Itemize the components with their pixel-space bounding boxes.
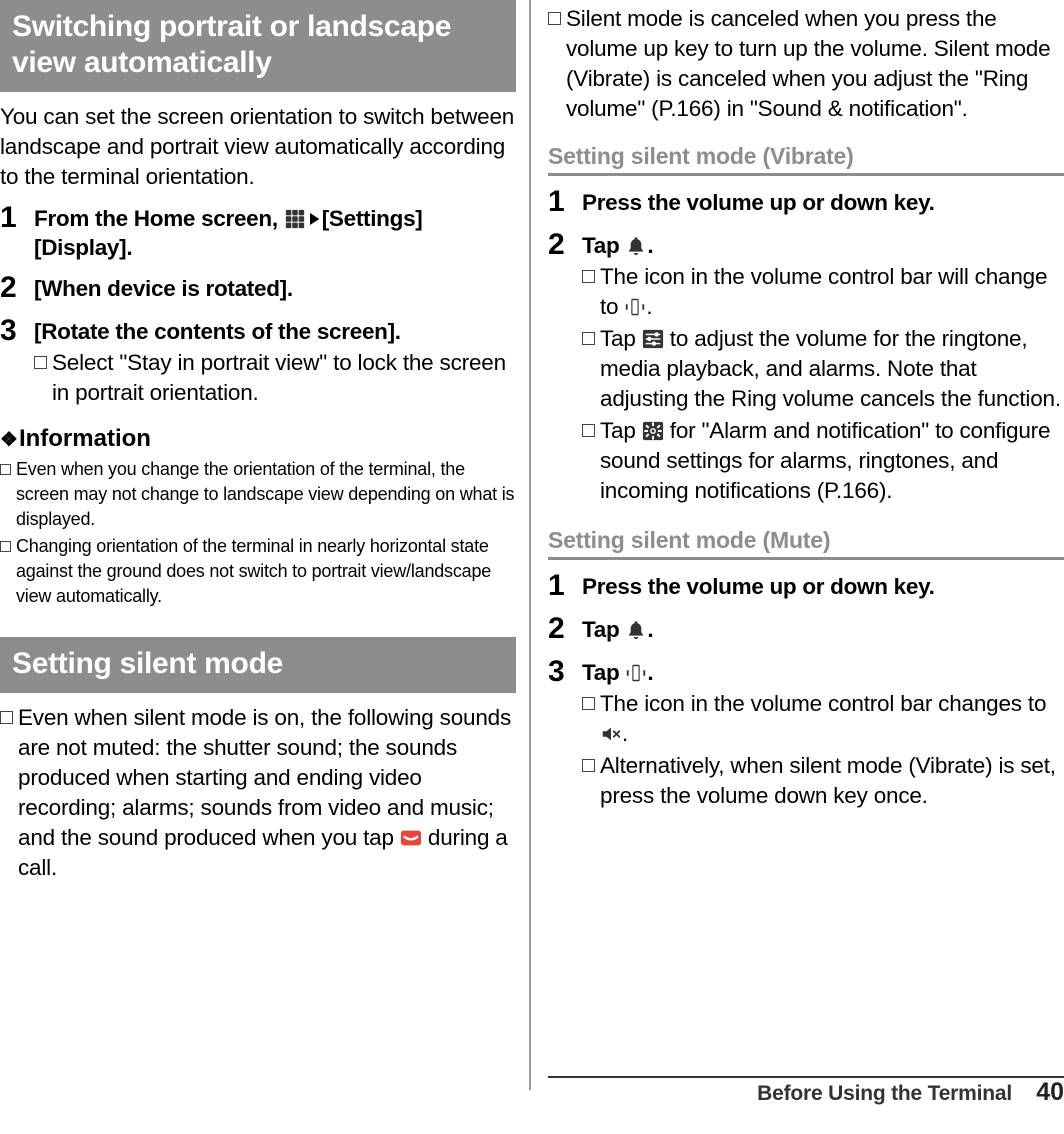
step-1: 1 From the Home screen, [Settings][Displ… — [0, 201, 516, 262]
mute-step-1-title: Press the volume up or down key. — [582, 574, 935, 599]
step-3-number: 3 — [0, 314, 17, 347]
mute-step-2: 2 Tap . — [548, 612, 1064, 646]
vibrate-note-3-text: Tap for "Alarm and notification" to conf… — [600, 416, 1064, 506]
vibrate-note-2-text: Tap to adjust the volume for the rington… — [600, 324, 1064, 414]
section-heading-silent-mode: Setting silent mode — [0, 637, 516, 693]
information-heading: ❖Information — [0, 424, 516, 455]
vibrate-step-1-number: 1 — [548, 185, 565, 218]
bell-icon — [625, 235, 647, 257]
mute-step-2-title-pre: Tap — [582, 617, 626, 642]
information-heading-text: Information — [18, 425, 151, 452]
manual-page: Switching portrait or landscape view aut… — [0, 0, 1064, 1134]
info-item-1-text: Even when you change the orientation of … — [16, 459, 515, 529]
vibrate-icon — [624, 296, 646, 318]
bullet-box-icon — [0, 711, 13, 724]
silent-mode-note: Even when silent mode is on, the followi… — [0, 703, 516, 883]
mute-step-3-number: 3 — [548, 655, 565, 688]
subheading-silent-mute: Setting silent mode (Mute) — [548, 526, 1064, 560]
mute-note-1-pre: The icon in the volume control bar chang… — [600, 691, 1047, 716]
silent-mode-note-text: Even when silent mode is on, the followi… — [18, 703, 516, 883]
mute-note-2: Alternatively, when silent mode (Vibrate… — [582, 751, 1064, 811]
bullet-box-icon — [582, 270, 595, 283]
bell-icon — [625, 619, 647, 641]
vibrate-note-2: Tap to adjust the volume for the rington… — [582, 324, 1064, 414]
subheading-silent-vibrate: Setting silent mode (Vibrate) — [548, 142, 1064, 176]
mute-step-3-title-pre: Tap — [582, 660, 626, 685]
section-heading-orientation: Switching portrait or landscape view aut… — [0, 0, 516, 92]
mute-note-1-text: The icon in the volume control bar chang… — [600, 689, 1064, 749]
bullet-box-icon — [582, 424, 595, 437]
mute-step-3-title: Tap . — [582, 658, 1064, 687]
step-3-note: Select "Stay in portrait view" to lock t… — [34, 348, 516, 408]
vibrate-step-2-title: Tap . — [582, 231, 1064, 260]
bullet-box-icon — [548, 12, 561, 25]
diamond-icon: ❖ — [0, 429, 18, 451]
mute-step-2-title: Tap . — [582, 615, 1064, 644]
info-item-1: Even when you change the orientation of … — [0, 457, 516, 532]
mute-step-1: 1 Press the volume up or down key. — [548, 569, 1064, 603]
step-2: 2 [When device is rotated]. — [0, 271, 516, 305]
speaker-mute-icon — [600, 723, 622, 745]
bullet-box-icon — [582, 332, 595, 345]
mute-step-3-title-post: . — [647, 660, 654, 685]
mute-note-2-text: Alternatively, when silent mode (Vibrate… — [600, 753, 1056, 808]
step-1-title-pre: From the Home screen, — [34, 206, 284, 231]
mute-step-2-number: 2 — [548, 612, 565, 645]
step-3-note-text: Select "Stay in portrait view" to lock t… — [52, 350, 506, 405]
settings-gear-icon — [642, 420, 664, 442]
vibrate-note-1: The icon in the volume control bar will … — [582, 262, 1064, 322]
mute-note-1: The icon in the volume control bar chang… — [582, 689, 1064, 749]
vibrate-note-1-text: The icon in the volume control bar will … — [600, 262, 1064, 322]
vibrate-note-3-post: for "Alarm and notification" to configur… — [600, 418, 1051, 503]
bullet-box-icon — [582, 697, 595, 710]
footer-page-number: 40 — [1036, 1078, 1064, 1106]
step-3: 3 [Rotate the contents of the screen]. S… — [0, 314, 516, 408]
bullet-box-icon — [34, 356, 47, 369]
vibrate-step-1: 1 Press the volume up or down key. — [548, 185, 1064, 219]
bullet-box-icon — [582, 759, 595, 772]
info-item-2-text: Changing orientation of the terminal in … — [16, 536, 492, 606]
info-item-2: Changing orientation of the terminal in … — [0, 534, 516, 609]
vibrate-note-1-post: . — [646, 294, 653, 319]
mute-step-1-number: 1 — [548, 569, 565, 602]
mute-step-2-title-post: . — [647, 617, 654, 642]
step-2-title: [When device is rotated]. — [34, 276, 293, 301]
vibrate-note-3: Tap for "Alarm and notification" to conf… — [582, 416, 1064, 506]
volume-sliders-icon — [642, 328, 664, 350]
step-2-number: 2 — [0, 271, 17, 304]
right-top-note-text: Silent mode is canceled when you press t… — [566, 6, 1051, 121]
play-arrow-icon-1 — [306, 208, 322, 230]
vibrate-step-2-title-post: . — [647, 233, 654, 258]
end-call-icon — [400, 827, 422, 849]
bullet-box-icon — [0, 541, 11, 552]
step-1-title: From the Home screen, [Settings][Display… — [34, 204, 516, 262]
left-column: Switching portrait or landscape view aut… — [0, 0, 516, 883]
step-3-title: [Rotate the contents of the screen]. — [34, 319, 401, 344]
vibrate-step-2-title-pre: Tap — [582, 233, 626, 258]
orientation-intro-text: You can set the screen orientation to sw… — [0, 104, 515, 189]
vibrate-step-2-number: 2 — [548, 228, 565, 261]
vibrate-step-1-title: Press the volume up or down key. — [582, 190, 935, 215]
right-top-note: Silent mode is canceled when you press t… — [548, 4, 1064, 124]
mute-step-3: 3 Tap . The icon in the volume control b… — [548, 655, 1064, 811]
column-divider — [529, 0, 531, 1090]
footer-divider — [548, 1076, 1064, 1078]
vibrate-note-1-pre: The icon in the volume control bar will … — [600, 264, 1048, 319]
footer-section-title: Before Using the Terminal — [757, 1082, 1012, 1105]
right-column: Silent mode is canceled when you press t… — [548, 0, 1064, 811]
vibrate-step-2: 2 Tap . The icon in the volume control b… — [548, 228, 1064, 506]
bullet-box-icon — [0, 464, 11, 475]
apps-grid-icon — [284, 208, 306, 230]
vibrate-note-3-pre: Tap — [600, 418, 642, 443]
vibrate-note-2-post: to adjust the volume for the ringtone, m… — [600, 326, 1061, 411]
step-1-number: 1 — [0, 201, 17, 234]
vibrate-icon — [625, 662, 647, 684]
mute-note-1-post: . — [622, 721, 629, 746]
vibrate-note-2-pre: Tap — [600, 326, 642, 351]
page-footer: Before Using the Terminal 40 — [548, 1076, 1064, 1116]
